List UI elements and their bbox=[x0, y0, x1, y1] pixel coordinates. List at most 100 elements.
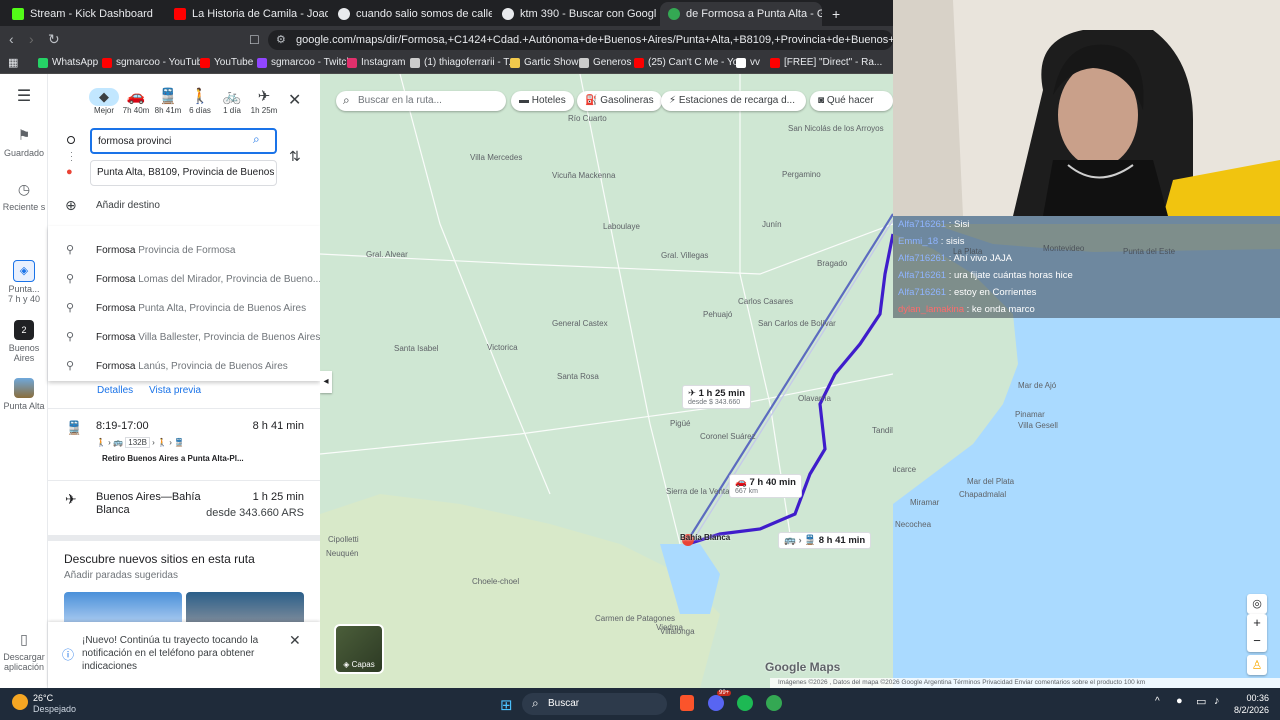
bus-number: 132B bbox=[125, 437, 150, 448]
weather-icon bbox=[12, 694, 28, 710]
recent-place-buenos-aires[interactable]: 2 Buenos Aires bbox=[0, 320, 48, 363]
tab-google-maps[interactable]: de Formosa a Punta Alta - Goog× bbox=[660, 2, 822, 26]
close-directions-icon[interactable]: ✕ bbox=[288, 90, 301, 110]
bookmark-item[interactable]: YouTube bbox=[200, 57, 253, 68]
recent-trip-button[interactable]: ◈ Punta... 7 h y 40 bbox=[0, 260, 48, 304]
search-icon[interactable]: ⌕ bbox=[253, 132, 260, 147]
network-icon[interactable]: ▭ bbox=[1196, 695, 1206, 708]
suggestion-item[interactable]: ⚲ Formosa Provincia de Formosa bbox=[48, 236, 320, 265]
suggestion-item[interactable]: ⚲ Formosa Villa Ballester, Provincia de B… bbox=[48, 323, 320, 352]
transit-time: 8:19-17:00 bbox=[96, 420, 149, 432]
bookmark-icon[interactable]: ☐ bbox=[249, 33, 260, 47]
town-label: Bragado bbox=[817, 259, 848, 268]
mode-car[interactable]: 🚗 7h 40m bbox=[121, 88, 151, 115]
saved-button[interactable]: ⚑ Guardado bbox=[0, 128, 48, 158]
preview-link[interactable]: Vista previa bbox=[149, 385, 201, 396]
suggested-stop-card[interactable] bbox=[64, 592, 182, 622]
car-route-label[interactable]: 🚗 7 h 40 min 667 km bbox=[729, 474, 802, 498]
mode-walk[interactable]: 🚶 6 días bbox=[185, 88, 215, 115]
tray-chevron-icon[interactable]: ^ bbox=[1155, 696, 1160, 707]
bookmark-item[interactable]: (25) Can't C Me - Yo... bbox=[634, 57, 747, 68]
town-label: Villa Gesell bbox=[1018, 421, 1058, 430]
youtube-icon bbox=[770, 57, 780, 68]
close-notice-icon[interactable]: ✕ bbox=[289, 632, 301, 649]
mode-best[interactable]: ◆ Mejor bbox=[89, 88, 119, 115]
download-app-button[interactable]: ▯ Descargar aplicación bbox=[0, 632, 48, 672]
tab-google-search-2[interactable]: ktm 390 - Buscar con Google bbox=[494, 2, 656, 26]
bookmark-item[interactable]: [FREE] "Direct" - Ra... bbox=[770, 57, 882, 68]
chat-text: : estoy en Corrientes bbox=[948, 287, 1037, 298]
taskbar-search[interactable]: ⌕ Buscar bbox=[522, 693, 667, 715]
site-info-icon[interactable]: ⚙ bbox=[276, 33, 286, 46]
add-destination-button[interactable]: Añadir destino bbox=[96, 200, 160, 211]
bookmark-item[interactable]: sgmarcoo - Twitch bbox=[257, 57, 352, 68]
tab-kick[interactable]: Stream - Kick Dashboard bbox=[4, 2, 166, 26]
chip-hotels[interactable]: ▬ Hoteles bbox=[511, 91, 574, 111]
mode-transit[interactable]: 🚆 8h 41m bbox=[153, 88, 183, 115]
brave-icon[interactable] bbox=[680, 695, 694, 711]
mode-bike[interactable]: 🚲 1 día bbox=[217, 88, 247, 115]
volume-icon[interactable]: ♪ bbox=[1214, 695, 1220, 707]
transit-option[interactable]: 🚆 8:19-17:00 8 h 41 min 🚶 › 🚌 132B › 🚶 ›… bbox=[48, 410, 320, 480]
mode-label: 7h 40m bbox=[122, 106, 150, 115]
reload-icon[interactable]: ↻ bbox=[48, 31, 60, 48]
flight-route-label[interactable]: ✈ 1 h 25 min desde $ 343.660 bbox=[682, 385, 752, 409]
collapse-panel-icon[interactable]: ◂ bbox=[320, 371, 332, 393]
destination-input[interactable]: Punta Alta, B8109, Provincia de Buenos A bbox=[90, 160, 277, 186]
discord-icon[interactable] bbox=[708, 695, 724, 711]
swap-icon[interactable]: ⇅ bbox=[289, 148, 301, 165]
windows-start-icon[interactable]: ⊞ bbox=[500, 696, 513, 714]
bookmark-item[interactable]: Gartic Show bbox=[510, 57, 578, 68]
zoom-out-icon[interactable]: − bbox=[1247, 632, 1267, 650]
zoom-in-icon[interactable]: + bbox=[1247, 614, 1267, 632]
bookmark-item[interactable]: WhatsApp bbox=[38, 57, 98, 68]
flight-option[interactable]: ✈ Buenos Aires—Bahía Blanca 1 h 25 min d… bbox=[48, 481, 320, 533]
new-tab-button[interactable]: + bbox=[824, 2, 848, 26]
pin-icon: ⚲ bbox=[66, 273, 75, 285]
place-thumbnail bbox=[14, 378, 34, 398]
directions-panel: ◆ Mejor 🚗 7h 40m 🚆 8h 41m 🚶 6 días 🚲 1 día ✈ 1… bbox=[48, 74, 320, 688]
suggestion-detail: Lomas del Mirador, Provincia de Bueno... bbox=[138, 274, 320, 285]
suggestion-item[interactable]: ⚲ Formosa Lanús, Provincia de Buenos Aire… bbox=[48, 352, 320, 381]
flight-title: Buenos Aires—Bahía Blanca bbox=[96, 491, 201, 516]
chat-text: : sisis bbox=[940, 236, 965, 247]
my-location-icon[interactable]: ◎ bbox=[1247, 594, 1267, 614]
recent-button[interactable]: ◷ Reciente s bbox=[0, 182, 48, 212]
apps-grid-icon[interactable]: ▦ bbox=[8, 56, 18, 69]
chip-ev-charging[interactable]: ⚡ Estaciones de recarga d... bbox=[661, 91, 806, 111]
transit-duration: 8 h 41 min bbox=[252, 420, 304, 432]
mode-flight[interactable]: ✈ 1h 25m bbox=[249, 88, 279, 115]
route-search-box[interactable]: ⌕ Buscar en la ruta... bbox=[336, 91, 506, 111]
suggestion-item[interactable]: ⚲ Formosa Punta Alta, Provincia de Buenos… bbox=[48, 294, 320, 323]
chip-gas[interactable]: ⛽ Gasolineras bbox=[577, 91, 662, 111]
spotify-icon[interactable] bbox=[737, 695, 753, 711]
suggested-stop-card[interactable] bbox=[186, 592, 304, 622]
bookmark-item[interactable]: sgmarcoo - YouTube bbox=[102, 57, 208, 68]
back-icon[interactable]: ‹ bbox=[9, 31, 14, 47]
bookmark-item[interactable]: vv bbox=[736, 57, 760, 68]
tab-youtube[interactable]: La Historia de Camila - Joaquín Da R bbox=[166, 2, 328, 26]
route-distance: 667 km bbox=[735, 488, 758, 495]
bookmark-item[interactable]: Generos bbox=[579, 57, 631, 68]
menu-icon[interactable]: ☰ bbox=[0, 89, 48, 105]
recent-place-punta-alta[interactable]: Punta Alta bbox=[0, 378, 48, 411]
details-link[interactable]: Detalles bbox=[97, 385, 133, 396]
bookmark-item[interactable]: (1) thiagoferrarii - T... bbox=[410, 57, 517, 68]
transit-route-label[interactable]: 🚌 › 🚆 8 h 41 min bbox=[778, 532, 872, 549]
suggestion-item[interactable]: ⚲ Formosa Lomas del Mirador, Provincia de… bbox=[48, 265, 320, 294]
microphone-icon[interactable]: ● bbox=[1176, 695, 1183, 707]
tab-google-search-1[interactable]: cuando salio somos de calle - Buscar bbox=[330, 2, 492, 26]
pegman-icon[interactable]: ♙ bbox=[1247, 655, 1267, 675]
chip-things-to-do[interactable]: ◙ Qué hacer bbox=[810, 91, 893, 111]
clock-date[interactable]: 8/2/2026 bbox=[1222, 705, 1269, 715]
layers-button[interactable]: ◈ Capas bbox=[334, 624, 384, 674]
address-input[interactable]: google.com/maps/dir/Formosa,+C1424+Cdad.… bbox=[268, 30, 893, 50]
clock-time[interactable]: 00:36 bbox=[1233, 693, 1269, 703]
map-canvas[interactable]: Río Cuarto San Nicolás de los Arroyos Vill… bbox=[320, 74, 893, 688]
weather-temp[interactable]: 26°C bbox=[33, 693, 53, 703]
forward-icon[interactable]: › bbox=[29, 31, 34, 47]
chrome-icon[interactable] bbox=[766, 695, 782, 711]
bookmark-item[interactable]: Instagram bbox=[347, 57, 405, 68]
weather-text[interactable]: Despejado bbox=[33, 704, 76, 714]
origin-input[interactable]: formosa provinci bbox=[90, 128, 277, 154]
